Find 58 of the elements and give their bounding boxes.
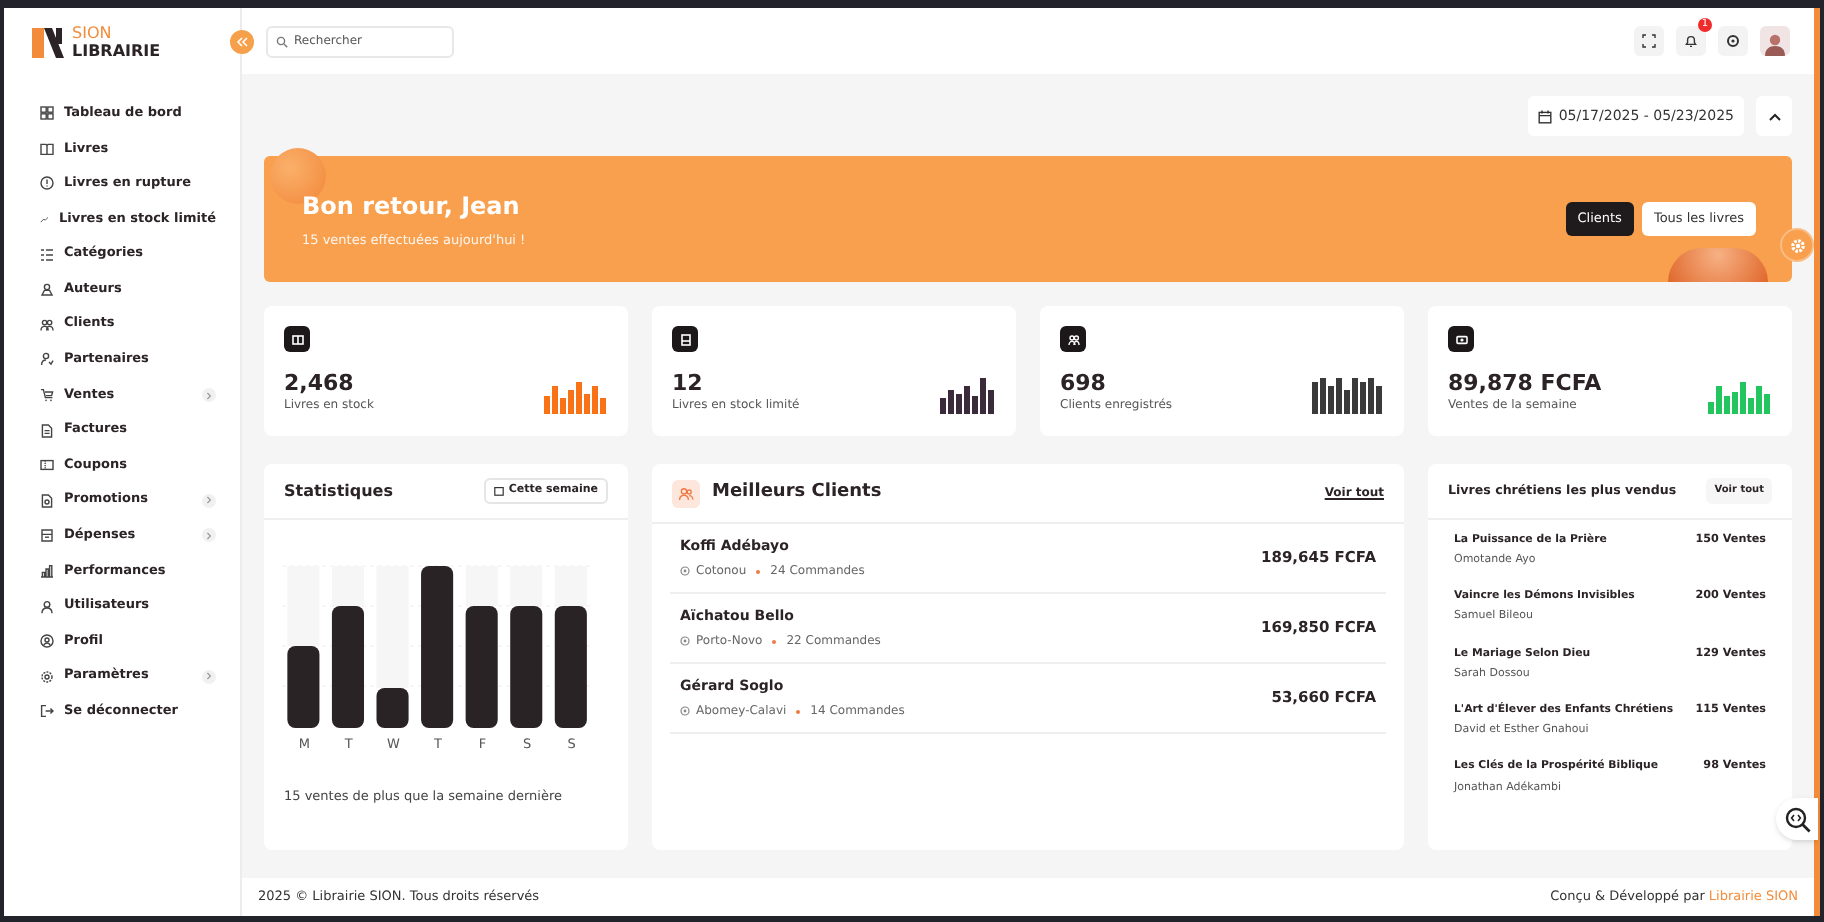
chart-bar bbox=[331, 606, 364, 728]
list-icon bbox=[40, 247, 54, 262]
chart-bar bbox=[554, 606, 587, 728]
location-icon bbox=[680, 636, 690, 647]
welcome-title: Bon retour, Jean bbox=[302, 189, 522, 224]
settings-icon bbox=[40, 669, 54, 684]
calendar-icon bbox=[494, 486, 505, 496]
person-check-icon bbox=[40, 352, 54, 367]
book-icon bbox=[40, 141, 54, 156]
logo-text: SION bbox=[72, 23, 114, 41]
chevron-up-icon bbox=[1767, 111, 1781, 121]
ticket-icon bbox=[40, 458, 54, 473]
cart-icon bbox=[40, 388, 54, 403]
double-chevron-icon bbox=[236, 36, 248, 48]
document-icon bbox=[40, 423, 54, 438]
fullscreen-button[interactable] bbox=[1634, 26, 1664, 56]
calendar-icon bbox=[1538, 109, 1553, 123]
bell-icon bbox=[1684, 34, 1698, 48]
chart-bar bbox=[510, 606, 543, 728]
search-icon bbox=[276, 35, 288, 47]
magnifier-icon bbox=[1783, 805, 1811, 833]
logo-text: LIBRAIRIE bbox=[72, 41, 161, 59]
zoom-button[interactable] bbox=[1776, 798, 1818, 840]
profile-icon bbox=[40, 634, 54, 649]
person-icon bbox=[40, 282, 54, 297]
chart-bar bbox=[465, 606, 498, 728]
avatar[interactable] bbox=[1760, 26, 1790, 56]
chart-bar bbox=[376, 688, 409, 728]
stat-icon bbox=[672, 326, 698, 352]
sphere-decoration bbox=[1668, 248, 1768, 282]
wallet-icon bbox=[40, 528, 54, 543]
trend-line-icon bbox=[40, 212, 49, 227]
card-title: Statistiques bbox=[284, 479, 393, 503]
grid-icon bbox=[40, 106, 54, 121]
stat-icon bbox=[1448, 326, 1474, 352]
settings-button[interactable] bbox=[1718, 26, 1748, 56]
tag-document-icon bbox=[40, 493, 54, 508]
user-icon bbox=[40, 599, 54, 614]
stat-value: 89,878 FCFA bbox=[1448, 370, 1604, 396]
fullscreen-icon bbox=[1642, 34, 1656, 48]
bar-chart-icon bbox=[40, 564, 54, 579]
card-title: Meilleurs Clients bbox=[712, 479, 882, 506]
gear-icon bbox=[1789, 237, 1805, 253]
stat-value: 2,468 bbox=[284, 370, 356, 396]
location-icon bbox=[680, 566, 690, 577]
stat-value: 698 bbox=[1060, 370, 1108, 396]
location-icon bbox=[680, 706, 690, 717]
logout-icon bbox=[40, 704, 54, 719]
logo-icon bbox=[32, 25, 64, 57]
settings-icon bbox=[1726, 34, 1740, 48]
clients-icon bbox=[672, 479, 700, 507]
people-icon bbox=[40, 317, 54, 332]
stat-value: 12 bbox=[672, 370, 705, 396]
chart-bar bbox=[287, 646, 320, 728]
collapse-button[interactable] bbox=[1756, 96, 1792, 136]
stat-icon bbox=[1060, 326, 1086, 352]
stat-icon bbox=[284, 326, 310, 352]
alert-icon bbox=[40, 176, 54, 191]
